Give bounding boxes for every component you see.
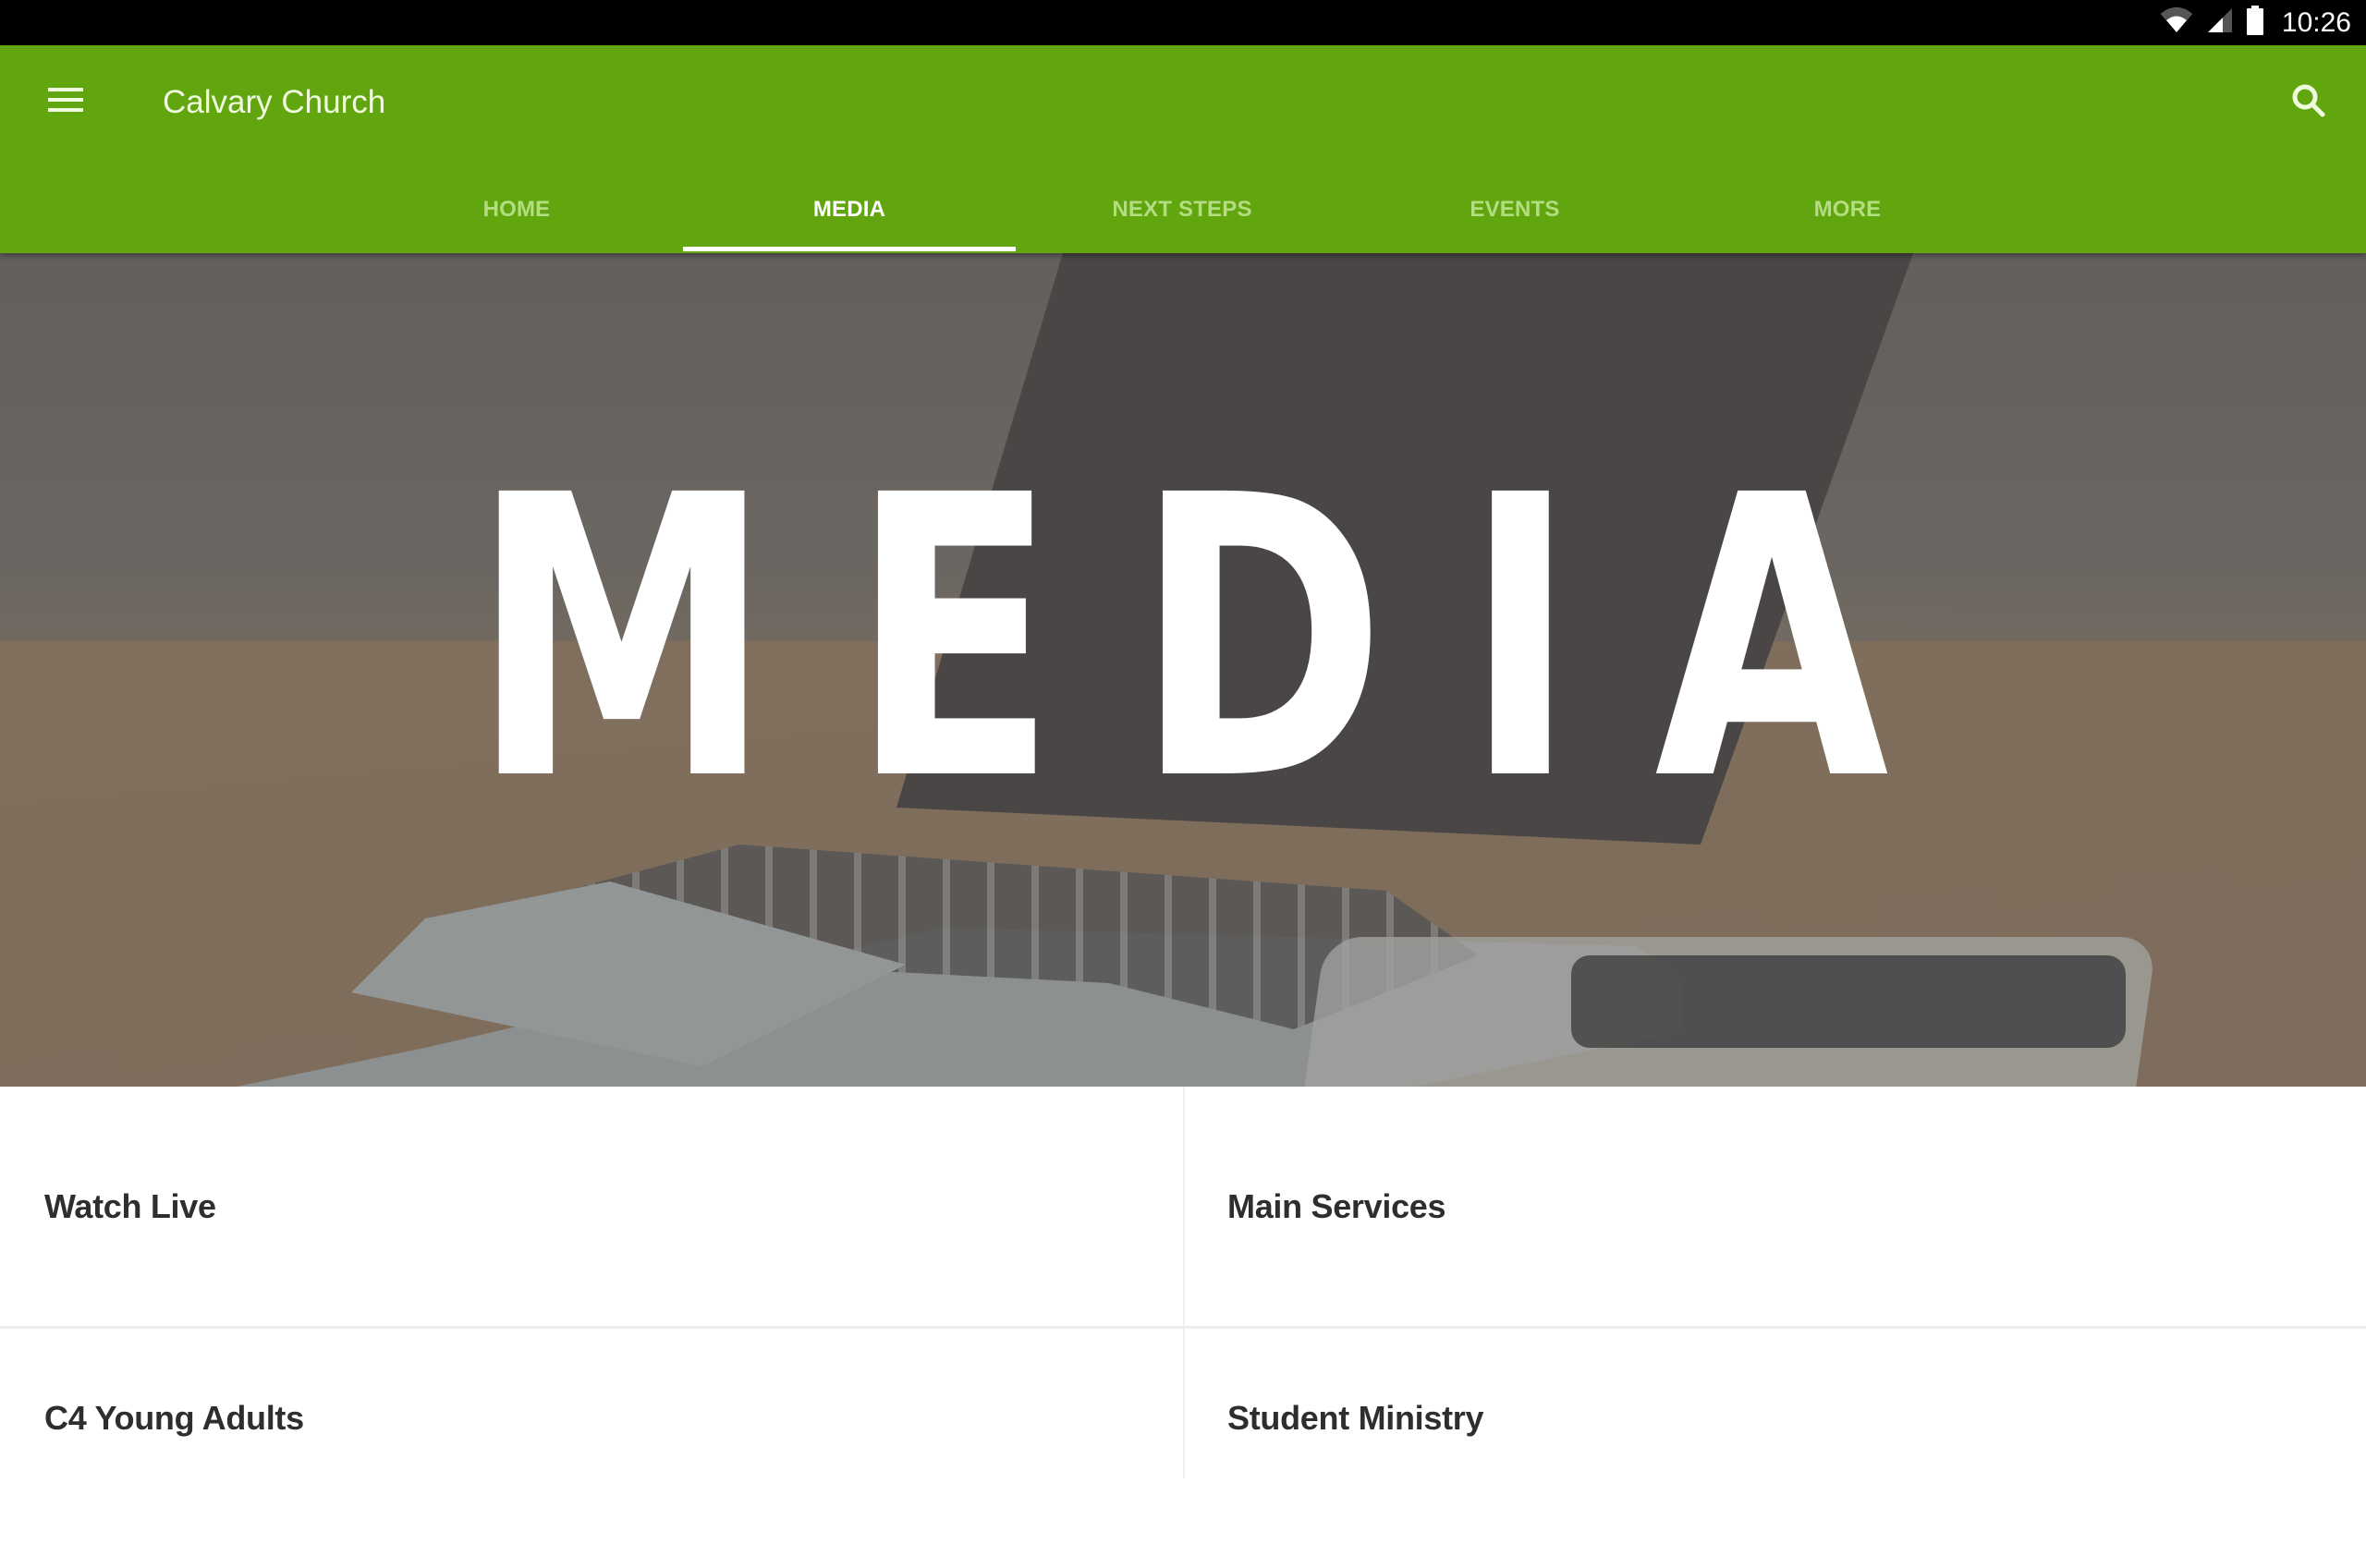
grid-horizontal-divider [0,1326,2366,1329]
media-grid: Watch Live Main Services C4 Young Adults… [0,1087,2366,1478]
tab-home[interactable]: HOME [350,166,683,253]
battery-icon [2246,6,2263,40]
search-icon [2290,82,2327,124]
tab-events[interactable]: EVENTS [1348,166,1681,253]
app-title: Calvary Church [163,84,386,120]
app-bar: Calvary Church HOME MEDIA NEXT STEPS EVE… [0,45,2366,253]
grid-item-main-services[interactable]: Main Services [1185,1087,2366,1326]
cell-signal-icon [2206,6,2234,39]
grid-item-c4-young-adults[interactable]: C4 Young Adults [0,1329,1183,1568]
grid-vertical-divider [1183,1087,1185,1478]
grid-item-watch-live[interactable]: Watch Live [0,1087,1183,1326]
hero-title: MEDIA [470,414,1967,866]
status-bar: 10:26 [0,0,2366,45]
menu-button[interactable] [37,73,96,132]
tab-next-steps[interactable]: NEXT STEPS [1016,166,1348,253]
hero-banner: MEDIA [0,253,2366,1087]
tab-more[interactable]: MORE [1681,166,2014,253]
grid-item-label: C4 Young Adults [44,1399,304,1437]
grid-item-label: Student Ministry [1227,1399,1484,1437]
grid-item-student-ministry[interactable]: Student Ministry [1185,1329,2366,1568]
tab-bar: HOME MEDIA NEXT STEPS EVENTS MORE [350,166,2014,253]
grid-item-label: Main Services [1227,1186,1446,1225]
hamburger-menu-icon [48,87,85,118]
search-button[interactable] [2279,73,2338,132]
tab-media[interactable]: MEDIA [683,166,1016,253]
grid-item-label: Watch Live [44,1186,216,1225]
status-icons: 10:26 [2160,0,2351,45]
status-time: 10:26 [2281,6,2351,38]
wifi-icon [2160,6,2193,39]
